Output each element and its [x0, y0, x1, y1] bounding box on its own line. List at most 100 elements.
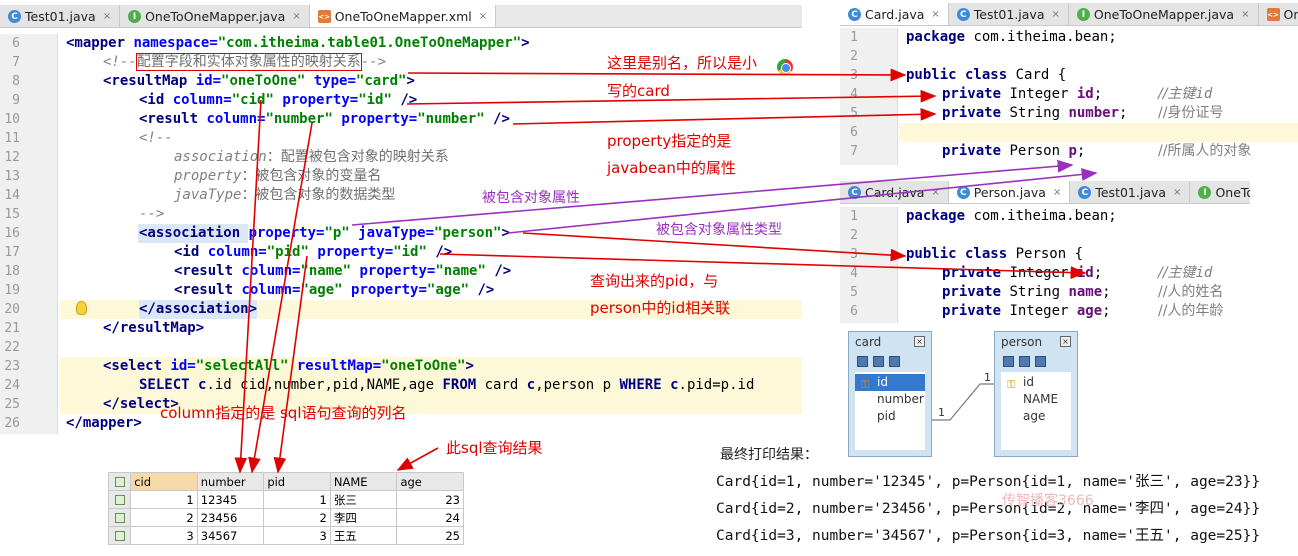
table-cell[interactable]: 23456 — [196, 508, 265, 527]
table-cell[interactable]: 李四 — [329, 508, 398, 527]
close-icon[interactable]: × — [1241, 9, 1249, 20]
table-cell[interactable]: 2 — [263, 508, 331, 527]
grid-header-name[interactable]: NAME — [329, 472, 398, 491]
table-cell[interactable]: 王五 — [329, 526, 398, 545]
entity-person-field-id[interactable]: ⚿ id — [1001, 374, 1071, 391]
line-number: 6 — [12, 36, 20, 51]
table-cell[interactable]: 1 — [263, 490, 331, 509]
person-line-4: private Integer id; — [942, 265, 1103, 281]
code-line-11: <!-- — [139, 130, 173, 146]
grid-header-pid[interactable]: pid — [263, 472, 331, 491]
close-icon[interactable]: × — [931, 187, 939, 198]
table-row[interactable]: 2 23456 2 李四 24 — [107, 508, 464, 527]
table-icon[interactable] — [1019, 355, 1030, 367]
code-line-23: <select id="selectAll" resultMap="oneToO… — [103, 358, 474, 374]
grid-corner[interactable] — [107, 472, 132, 491]
person-tab-3[interactable]: IOneToOne× — [1190, 181, 1250, 203]
left-editor-tabbar: C Test01.java × I OneToOneMapper.java × <> OneT… — [0, 5, 802, 28]
close-icon[interactable]: × — [1173, 187, 1181, 198]
entity-person-field-age[interactable]: age — [1001, 408, 1071, 425]
table-row[interactable]: 3 34567 3 王五 25 — [107, 526, 464, 545]
entity-card[interactable]: card × ⚿ id number pid — [848, 331, 932, 457]
person-tab-1[interactable]: C Person.java × — [948, 181, 1071, 203]
table-icon[interactable] — [1035, 355, 1046, 367]
close-icon[interactable]: × — [479, 11, 487, 22]
person-tab-label: OneToOne — [1215, 185, 1250, 200]
row-checkbox[interactable] — [107, 526, 132, 545]
line-number: 10 — [4, 112, 20, 127]
xml-tab-0[interactable]: C Test01.java × — [0, 5, 121, 27]
table-cell[interactable]: 34567 — [196, 526, 265, 545]
line-number: 22 — [4, 340, 20, 355]
close-icon[interactable]: × — [292, 11, 300, 22]
table-icon[interactable] — [857, 355, 868, 367]
close-icon[interactable]: × — [914, 336, 925, 347]
table-cell[interactable]: 3 — [263, 526, 331, 545]
close-icon[interactable]: × — [1060, 336, 1071, 347]
card-tab-3[interactable]: <>OneTo× — [1258, 3, 1298, 25]
table-icon[interactable] — [889, 355, 900, 367]
annotation-contained-type: 被包含对象属性类型 — [656, 222, 782, 238]
annotation-alias-line1: 这里是别名，所以是小 — [607, 54, 758, 72]
person-line-3: public class Person { — [906, 246, 1084, 262]
table-cell[interactable]: 3 — [130, 526, 198, 545]
grid-header-age[interactable]: age — [396, 472, 464, 491]
close-icon[interactable]: × — [1053, 187, 1061, 198]
lightbulb-icon[interactable] — [76, 301, 87, 315]
card-tab-1[interactable]: C Test01.java × — [948, 3, 1069, 25]
card-tab-0[interactable]: C Card.java × — [840, 3, 949, 25]
entity-person[interactable]: person × ⚿ id NAME age — [994, 331, 1078, 457]
row-checkbox[interactable] — [107, 508, 132, 527]
person-java-editor[interactable]: 1 2 3 4 5 6 package com.itheima.bean; public … — [840, 207, 1298, 323]
close-icon[interactable]: × — [931, 9, 939, 20]
code-line-12: association：配置被包含对象的映射关系 — [174, 149, 449, 165]
entity-card-field-number[interactable]: number — [855, 391, 925, 408]
xml-tab-2[interactable]: <> OneToOneMapper.xml × — [309, 5, 497, 27]
person-line-5: private String name; — [942, 284, 1111, 300]
grid-header-number[interactable]: number — [196, 472, 265, 491]
xml-tab-1[interactable]: I OneToOneMapper.java × — [120, 5, 310, 27]
line-number: 2 — [850, 49, 858, 64]
table-cell[interactable]: 2 — [130, 508, 198, 527]
card-tab-2[interactable]: I OneToOneMapper.java × — [1068, 3, 1259, 25]
line-number: 14 — [4, 188, 20, 203]
person-line-5-comment: //人的姓名 — [1158, 284, 1224, 300]
sql-result-grid[interactable]: cid number pid NAME age 1 12345 1 张三 23 2 2345… — [107, 472, 464, 545]
code-line-8: <resultMap id="oneToOne" type="card"> — [103, 73, 415, 89]
table-cell[interactable]: 25 — [396, 526, 464, 545]
line-number: 1 — [850, 209, 858, 224]
person-editor-tabbar: C Card.java × C Person.java × C Test01.java × I On… — [840, 181, 1250, 204]
close-icon[interactable]: × — [1051, 9, 1059, 20]
card-line-7: private Person p; — [942, 143, 1086, 159]
grid-header-cid[interactable]: cid — [130, 472, 198, 491]
code-line-19: <result column="age" property="age" /> — [174, 282, 495, 298]
entity-card-field-id[interactable]: ⚿ id — [855, 374, 925, 391]
table-icon[interactable] — [873, 355, 884, 367]
chrome-icon[interactable] — [777, 59, 793, 75]
class-file-icon: C — [956, 186, 970, 199]
annotation-alias-line2: 写的card — [607, 82, 670, 100]
table-cell[interactable]: 24 — [396, 508, 464, 527]
entity-card-field-pid[interactable]: pid — [855, 408, 925, 425]
person-tab-2[interactable]: C Test01.java × — [1070, 181, 1191, 203]
table-cell[interactable]: 12345 — [196, 490, 265, 509]
table-cell[interactable]: 张三 — [329, 490, 398, 509]
person-tab-0[interactable]: C Card.java × — [840, 181, 949, 203]
xml-file-icon: <> — [317, 10, 331, 23]
annotation-property-line1: property指定的是 — [607, 132, 732, 150]
card-java-editor[interactable]: 1 2 3 4 5 6 7 package com.itheima.bean; public… — [840, 28, 1298, 165]
table-cell[interactable]: 1 — [130, 490, 198, 509]
code-line-13: property：被包含对象的变量名 — [174, 168, 382, 184]
table-icon[interactable] — [1003, 355, 1014, 367]
code-line-9: <id column="cid" property="id" /> — [139, 92, 418, 108]
card-editor-tabbar: C Card.java × C Test01.java × I OneToOneMapper.… — [840, 3, 1298, 26]
entity-person-field-name[interactable]: NAME — [1001, 391, 1071, 408]
table-cell[interactable]: 23 — [396, 490, 464, 509]
line-number: 4 — [850, 87, 858, 102]
line-number: 5 — [850, 285, 858, 300]
code-line-10: <result column="number" property="number… — [139, 111, 510, 127]
table-row[interactable]: 1 12345 1 张三 23 — [107, 490, 464, 509]
close-icon[interactable]: × — [103, 11, 111, 22]
row-checkbox[interactable] — [107, 490, 132, 509]
output-line-3: Card{id=3, number='34567', p=Person{id=3… — [716, 528, 1261, 544]
